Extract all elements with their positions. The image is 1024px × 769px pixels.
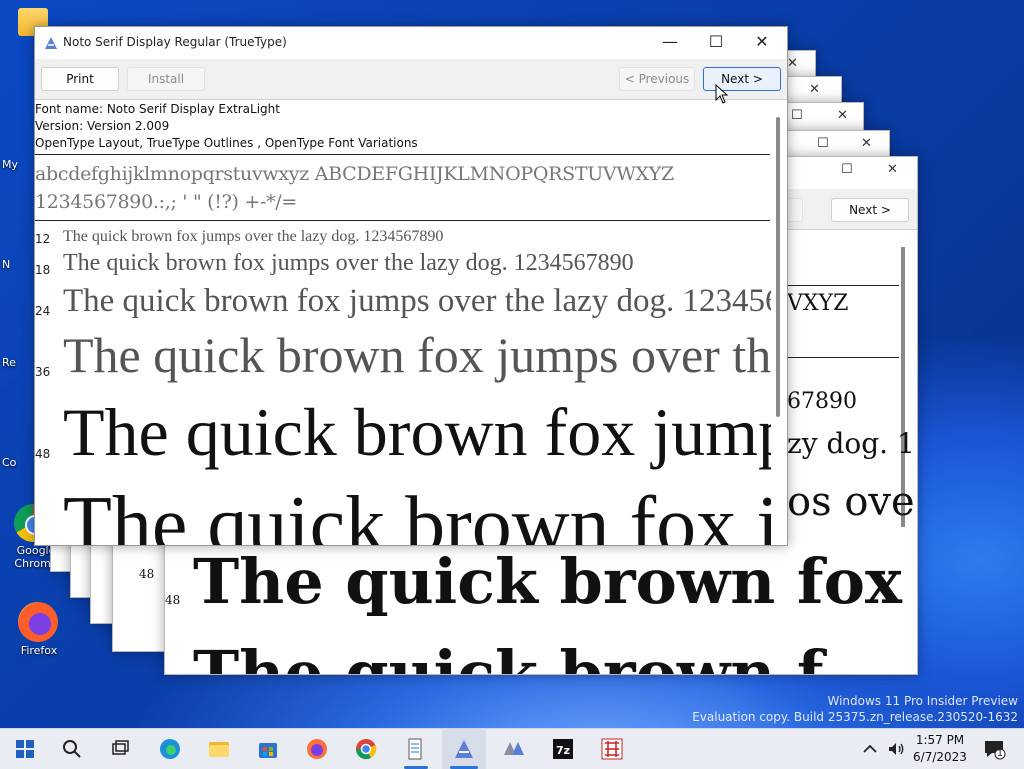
task-view-icon[interactable] bbox=[108, 737, 132, 761]
clock-date[interactable]: 6/7/2023 bbox=[912, 750, 968, 764]
partial-text: os ove bbox=[787, 479, 915, 525]
maximize-icon[interactable]: ☐ bbox=[817, 136, 829, 151]
font-viewer-alt-icon[interactable] bbox=[502, 737, 526, 761]
big-sample: The quick brown fox ju bbox=[193, 545, 918, 618]
notepad-icon[interactable] bbox=[403, 737, 427, 761]
close-icon[interactable]: ✕ bbox=[837, 108, 848, 123]
window-title: Noto Serif Display Regular (TrueType) bbox=[63, 35, 287, 49]
desktop-icon-label: Firefox bbox=[20, 644, 58, 657]
sample-60: The quick brown fox jumps over the lazy … bbox=[63, 481, 771, 545]
install-button[interactable]: Install bbox=[127, 67, 205, 91]
chrome-icon[interactable] bbox=[354, 737, 378, 761]
desktop-icon-firefox[interactable]: Firefox bbox=[4, 602, 74, 657]
edge-icon[interactable] bbox=[158, 737, 182, 761]
next-button[interactable]: Next > bbox=[831, 198, 909, 222]
store-icon[interactable] bbox=[256, 737, 280, 761]
font-viewer-icon[interactable] bbox=[452, 737, 476, 761]
size-label: 18 bbox=[35, 263, 51, 277]
sample-36: The quick brown fox jumps over the lazy … bbox=[63, 327, 771, 383]
divider bbox=[35, 220, 770, 221]
font-name: Font name: Noto Serif Display ExtraLight bbox=[35, 102, 280, 116]
volume-icon[interactable] bbox=[886, 739, 906, 759]
close-icon[interactable]: ✕ bbox=[887, 162, 898, 177]
big-sample-cut: The quick brown f bbox=[193, 637, 824, 675]
font-version: Version: Version 2.009 bbox=[35, 119, 170, 133]
edge-label: Re bbox=[2, 356, 16, 369]
start-icon[interactable] bbox=[13, 737, 37, 761]
size-label: 48 bbox=[35, 447, 51, 461]
firefox-icon[interactable] bbox=[305, 737, 329, 761]
watermark-edition: Windows 11 Pro Insider Preview bbox=[827, 694, 1018, 708]
svg-text:7z: 7z bbox=[556, 744, 570, 757]
clock-time[interactable]: 1:57 PM bbox=[912, 733, 968, 747]
font-viewer-window[interactable]: Noto Serif Display Regular (TrueType) — … bbox=[34, 26, 788, 546]
maximize-icon[interactable]: ☐ bbox=[841, 162, 853, 177]
sample-18: The quick brown fox jumps over the lazy … bbox=[63, 250, 634, 276]
edge-label: My bbox=[2, 158, 19, 171]
desktop: My N Re Co Google Chrome Firefox ✕ ✕ ☐ ✕… bbox=[0, 0, 1024, 728]
font-viewer-icon bbox=[45, 37, 57, 49]
edge-label: N bbox=[2, 258, 11, 271]
size-label: 48 bbox=[165, 593, 181, 607]
font-features: OpenType Layout, TrueType Outlines , Ope… bbox=[35, 136, 418, 150]
7zip-icon[interactable]: 7z bbox=[551, 737, 575, 761]
cursor-icon bbox=[715, 84, 729, 104]
previous-button[interactable]: < Previous bbox=[619, 67, 695, 91]
maximize-icon[interactable]: ☐ bbox=[791, 108, 803, 123]
chevron-up-icon[interactable] bbox=[860, 739, 880, 759]
partial-text: 67890 bbox=[787, 389, 857, 414]
app-icon[interactable] bbox=[600, 737, 624, 761]
partial-text: VXYZ bbox=[787, 291, 849, 316]
font-preview: Font name: Noto Serif Display ExtraLight… bbox=[35, 100, 771, 545]
sample-24: The quick brown fox jumps over the lazy … bbox=[63, 283, 771, 319]
watermark-build: Evaluation copy. Build 25375.zn_release.… bbox=[692, 710, 1018, 724]
close-icon[interactable]: ✕ bbox=[787, 56, 798, 71]
print-button[interactable]: Print bbox=[41, 67, 119, 91]
size-label: 48 bbox=[139, 567, 155, 581]
notification-count: 1 bbox=[997, 749, 1003, 759]
firefox-icon bbox=[18, 602, 58, 642]
partial-text: zy dog. 1 bbox=[787, 427, 915, 460]
sample-48: The quick brown fox jumps over the lazy … bbox=[63, 394, 771, 470]
minimize-button[interactable]: — bbox=[647, 27, 693, 57]
close-icon[interactable]: ✕ bbox=[861, 136, 872, 151]
maximize-button[interactable]: ☐ bbox=[693, 27, 739, 57]
size-label: 24 bbox=[35, 304, 51, 318]
title-bar[interactable]: Noto Serif Display Regular (TrueType) — … bbox=[35, 27, 787, 59]
size-label: 36 bbox=[35, 365, 51, 379]
toolbar: Print Install < Previous Next > bbox=[35, 59, 787, 100]
character-set-symbols: 1234567890.:,; ' " (!?) +-*/= bbox=[35, 191, 297, 213]
divider bbox=[35, 154, 770, 155]
taskbar: 7z 1:57 PM 6/7/2023 1 bbox=[0, 728, 1024, 769]
close-button[interactable]: ✕ bbox=[739, 27, 785, 57]
close-icon[interactable]: ✕ bbox=[809, 82, 820, 97]
search-icon[interactable] bbox=[60, 737, 84, 761]
vertical-scrollbar[interactable] bbox=[776, 117, 780, 417]
size-label: 12 bbox=[35, 232, 51, 246]
file-explorer-icon[interactable] bbox=[207, 737, 231, 761]
edge-label: Co bbox=[2, 456, 17, 469]
character-set-letters: abcdefghijklmnopqrstuvwxyz ABCDEFGHIJKLM… bbox=[35, 163, 674, 185]
sample-12: The quick brown fox jumps over the lazy … bbox=[63, 228, 444, 245]
